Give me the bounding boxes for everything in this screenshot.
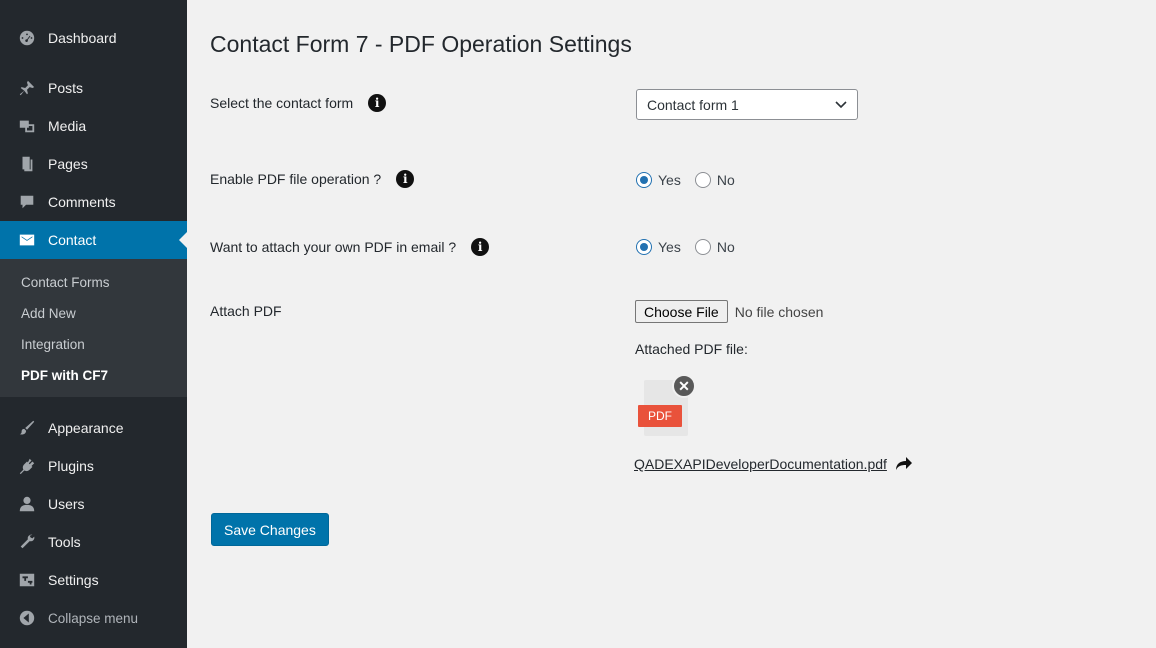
attach-own-no-radio[interactable] xyxy=(694,239,711,255)
chevron-down-icon xyxy=(835,101,847,109)
enable-pdf-yes-radio[interactable] xyxy=(636,172,652,188)
sidebar-item-pages[interactable]: Pages xyxy=(0,145,187,183)
attached-pdf-label: Attached PDF file: xyxy=(635,341,748,357)
enable-pdf-radio-group: Yes No xyxy=(636,172,749,188)
info-icon[interactable]: i xyxy=(471,238,490,256)
contact-form-select[interactable]: Contact form 1 xyxy=(636,89,858,120)
file-input: Choose File No file chosen xyxy=(635,300,823,323)
save-changes-button[interactable]: Save Changes xyxy=(211,513,329,546)
enable-pdf-no-radio[interactable] xyxy=(694,172,711,188)
radio-label-yes: Yes xyxy=(658,172,681,188)
sidebar-item-appearance[interactable]: Appearance xyxy=(0,409,187,447)
contact-submenu: Contact Forms Add New Integration PDF wi… xyxy=(0,259,187,397)
enable-pdf-label: Enable PDF file operation ? xyxy=(210,171,382,187)
radio-label-yes: Yes xyxy=(658,239,681,255)
wrench-icon xyxy=(17,532,37,552)
submenu-item-contact-forms[interactable]: Contact Forms xyxy=(0,267,187,298)
sidebar-item-dashboard[interactable]: Dashboard xyxy=(0,19,187,57)
enable-pdf-row-label: Enable PDF file operation ? i xyxy=(210,170,415,188)
dashboard-icon xyxy=(17,28,37,48)
sidebar-item-label: Collapse menu xyxy=(48,610,139,626)
info-icon[interactable]: i xyxy=(368,94,387,112)
sidebar-item-label: Tools xyxy=(48,534,81,550)
collapse-arrow-icon xyxy=(17,608,37,628)
sidebar-item-label: Pages xyxy=(48,156,88,172)
sidebar-top-spacer xyxy=(0,0,187,19)
pin-icon xyxy=(17,78,37,98)
sidebar-item-label: Plugins xyxy=(48,458,94,474)
sidebar-item-label: Dashboard xyxy=(48,30,117,46)
sidebar-item-label: Comments xyxy=(48,194,116,210)
share-arrow-icon[interactable] xyxy=(895,456,913,472)
sidebar-item-tools[interactable]: Tools xyxy=(0,523,187,561)
plug-icon xyxy=(17,456,37,476)
attach-own-radio-group: Yes No xyxy=(636,239,749,255)
sidebar-item-media[interactable]: Media xyxy=(0,107,187,145)
sidebar-item-label: Media xyxy=(48,118,87,134)
attach-own-yes-radio[interactable] xyxy=(636,239,652,255)
sidebar-item-label: Appearance xyxy=(48,420,124,436)
media-icon xyxy=(17,116,37,136)
radio-label-no: No xyxy=(716,239,735,255)
sidebar-item-label: Contact xyxy=(48,232,97,248)
paintbrush-icon xyxy=(17,418,37,438)
attached-pdf-link[interactable]: QADEXAPIDeveloperDocumentation.pdf xyxy=(634,456,913,472)
settings-icon xyxy=(17,570,37,590)
user-icon xyxy=(17,494,37,514)
attach-own-row-label: Want to attach your own PDF in email ? i xyxy=(210,238,490,256)
info-icon[interactable]: i xyxy=(396,170,415,188)
envelope-icon xyxy=(17,230,37,250)
sidebar-item-label: Users xyxy=(48,496,85,512)
file-status-text: No file chosen xyxy=(734,303,824,320)
sidebar-item-settings[interactable]: Settings xyxy=(0,561,187,599)
attach-own-label: Want to attach your own PDF in email ? xyxy=(210,239,457,255)
pages-icon xyxy=(17,154,37,174)
admin-sidebar: Dashboard Posts Media Pages Comments Con… xyxy=(0,0,187,648)
submenu-item-integration[interactable]: Integration xyxy=(0,329,187,360)
sidebar-item-contact[interactable]: Contact xyxy=(0,221,187,259)
remove-file-icon[interactable]: ✕ xyxy=(672,374,696,398)
sidebar-item-plugins[interactable]: Plugins xyxy=(0,447,187,485)
sidebar-item-users[interactable]: Users xyxy=(0,485,187,523)
page-title: Contact Form 7 - PDF Operation Settings xyxy=(210,31,632,57)
comment-icon xyxy=(17,192,37,212)
submenu-item-add-new[interactable]: Add New xyxy=(0,298,187,329)
sidebar-item-label: Posts xyxy=(48,80,84,96)
select-form-row-label: Select the contact form i xyxy=(210,94,387,112)
sidebar-item-comments[interactable]: Comments xyxy=(0,183,187,221)
attach-pdf-label: Attach PDF xyxy=(210,303,282,319)
pdf-badge: PDF xyxy=(638,405,682,427)
sidebar-item-label: Settings xyxy=(48,572,99,588)
submenu-item-pdf-with-cf7[interactable]: PDF with CF7 xyxy=(0,360,187,391)
collapse-menu-button[interactable]: Collapse menu xyxy=(0,599,187,637)
contact-form-select-value: Contact form 1 xyxy=(647,96,739,113)
select-form-label: Select the contact form xyxy=(210,95,354,111)
attached-pdf-filename: QADEXAPIDeveloperDocumentation.pdf xyxy=(634,456,887,472)
sidebar-item-posts[interactable]: Posts xyxy=(0,69,187,107)
choose-file-button[interactable]: Choose File xyxy=(635,300,728,323)
radio-label-no: No xyxy=(716,172,735,188)
